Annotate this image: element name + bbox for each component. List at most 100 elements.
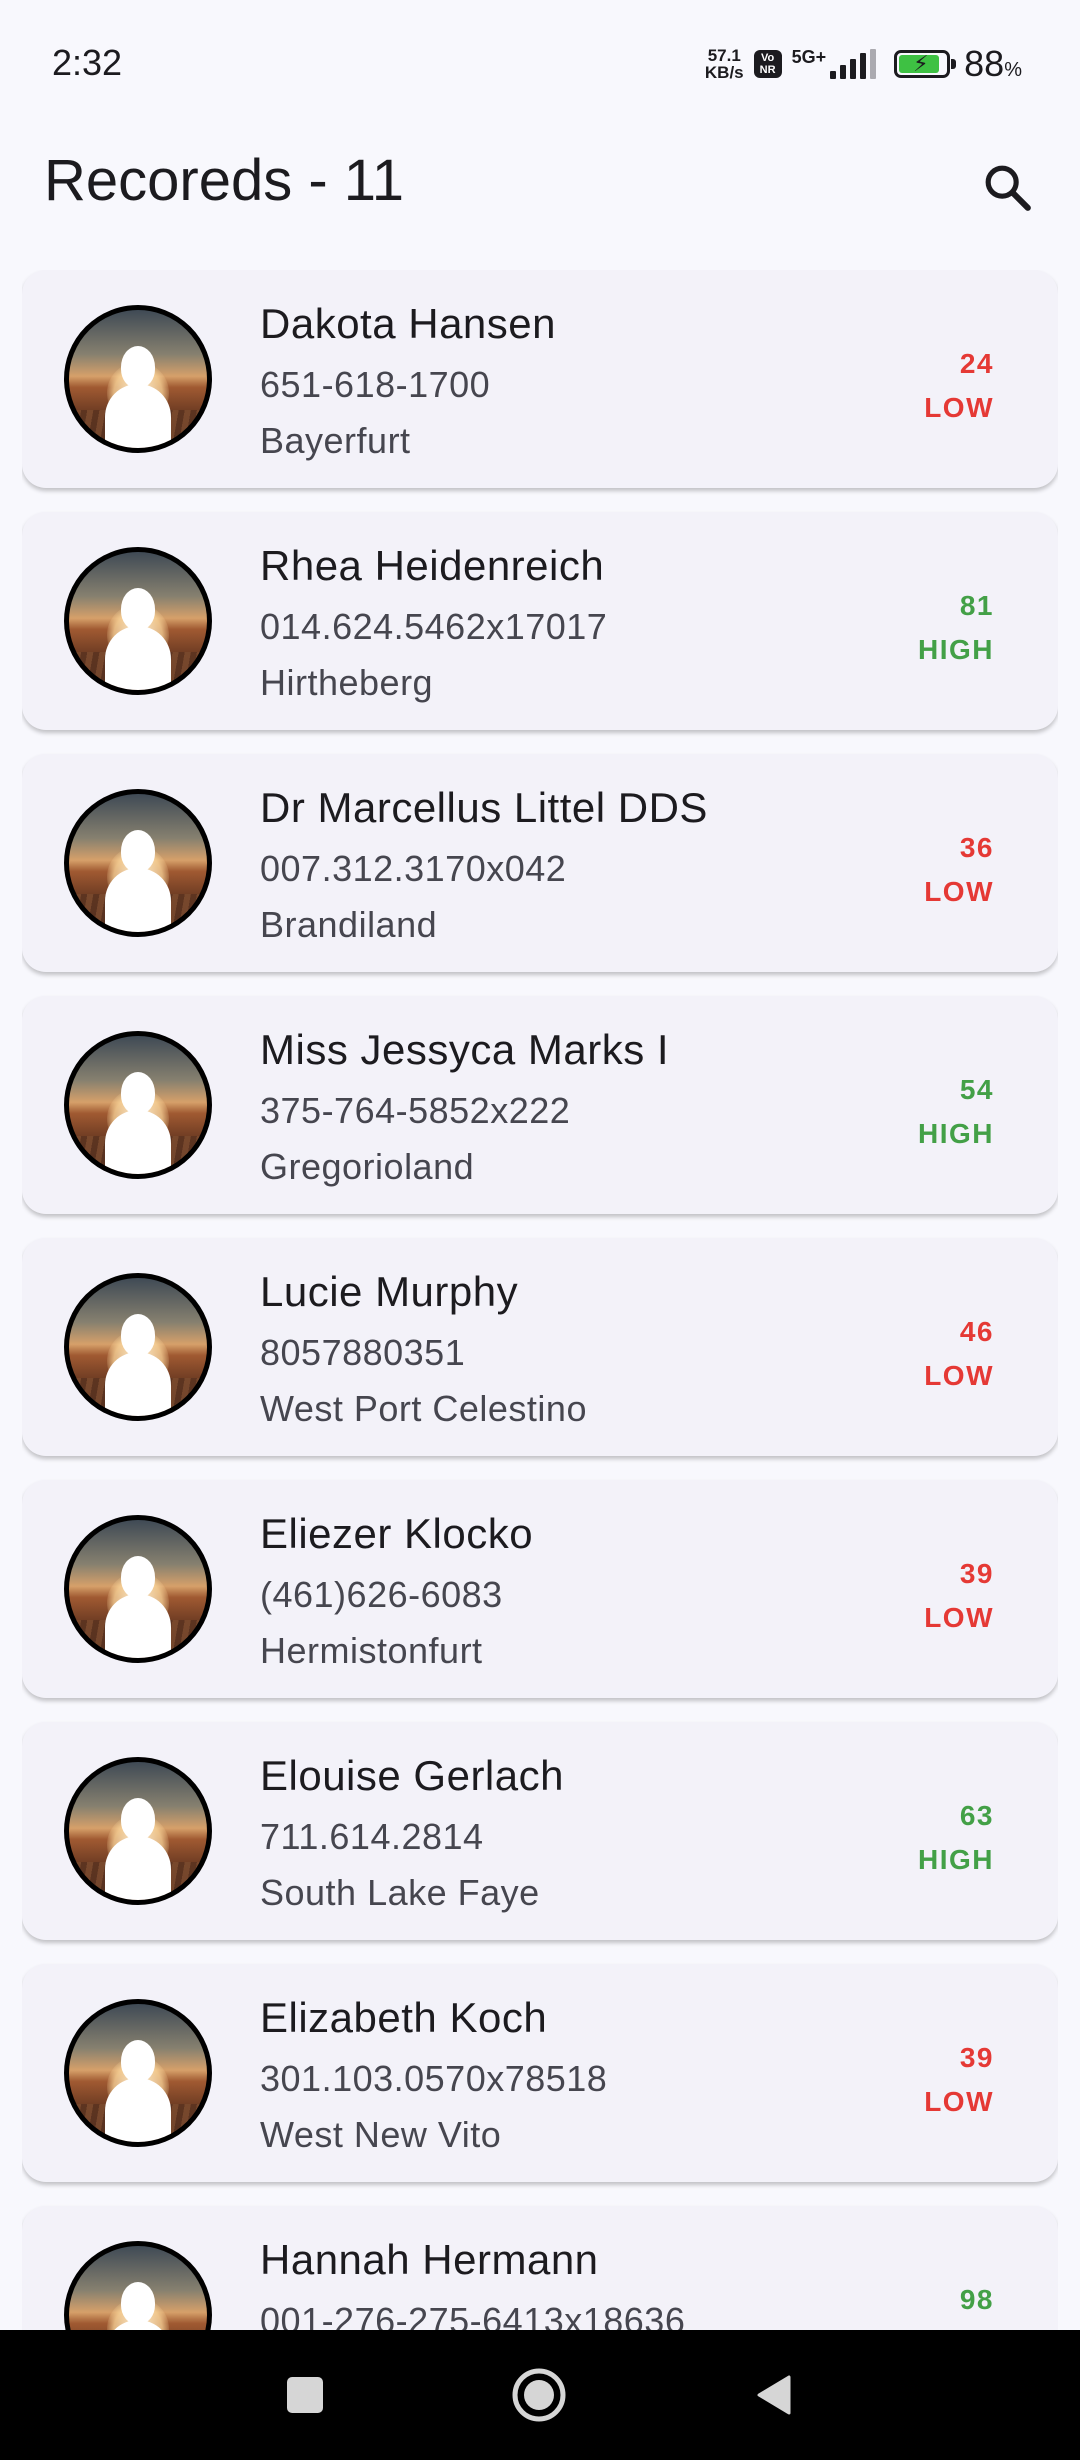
signal-icon xyxy=(830,49,877,79)
record-score-level: LOW xyxy=(924,392,994,423)
status-time: 2:32 xyxy=(52,42,123,83)
record-score: 46 LOW xyxy=(924,1310,994,1398)
charging-bolt-icon: ⚡ xyxy=(913,51,929,76)
record-score-value: 54 xyxy=(959,1074,994,1105)
network-speed-value: 57.1 xyxy=(707,46,741,65)
avatar xyxy=(64,2241,212,2330)
system-nav-bar xyxy=(0,2330,1080,2460)
triangle-back-icon xyxy=(757,2375,791,2415)
record-score: 63 HIGH xyxy=(918,1794,994,1882)
battery-icon: ⚡ xyxy=(894,50,957,78)
record-city: Hirtheberg xyxy=(260,662,434,703)
record-city: South Lake Faye xyxy=(260,1872,540,1913)
record-score: 39 LOW xyxy=(924,1552,994,1640)
record-name: Hannah Hermann xyxy=(260,2236,599,2283)
record-city: Hermistonfurt xyxy=(260,1630,483,1671)
record-score-value: 39 xyxy=(959,1558,994,1589)
record-city: Bayerfurt xyxy=(260,420,411,461)
record-phone: 301.103.0570x78518 xyxy=(260,2058,608,2099)
battery-percent-unit: % xyxy=(1004,59,1022,81)
record-name: Miss Jessyca Marks I xyxy=(260,1026,670,1073)
record-name: Lucie Murphy xyxy=(260,1268,519,1315)
record-phone: (461)626-6083 xyxy=(260,1574,503,1615)
record-card[interactable]: Hannah Hermann 001-276-275-6413x18636 98… xyxy=(22,2206,1058,2330)
page-title: Recoreds - 11 xyxy=(44,148,404,213)
record-score-value: 39 xyxy=(959,2042,994,2073)
record-score-value: 63 xyxy=(959,1800,994,1831)
status-bar: 2:32 57.1 KB/s Vo NR 5G+ ⚡ 88% xyxy=(0,0,1080,130)
volte-icon: Vo NR xyxy=(753,50,782,78)
record-city: West New Vito xyxy=(260,2114,502,2155)
avatar xyxy=(64,789,212,937)
record-card[interactable]: Dr Marcellus Littel DDS 007.312.3170x042… xyxy=(22,754,1058,972)
record-card[interactable]: Elouise Gerlach 711.614.2814 South Lake … xyxy=(22,1722,1058,1940)
record-score-level: LOW xyxy=(924,876,994,907)
circle-home-icon xyxy=(512,2368,566,2422)
recents-button[interactable] xyxy=(260,2350,350,2440)
home-button[interactable] xyxy=(494,2350,584,2440)
search-icon xyxy=(985,165,1031,211)
record-phone: 014.624.5462x17017 xyxy=(260,606,608,647)
record-score: 39 LOW xyxy=(924,2036,994,2124)
record-score-level: HIGH xyxy=(918,634,994,665)
avatar xyxy=(64,1031,212,1179)
record-score: 36 LOW xyxy=(924,826,994,914)
record-city: Brandiland xyxy=(260,904,438,945)
record-phone: 651-618-1700 xyxy=(260,364,491,405)
record-card[interactable]: Lucie Murphy 8057880351 West Port Celest… xyxy=(22,1238,1058,1456)
record-score-level: HIGH xyxy=(918,2322,994,2330)
record-phone: 007.312.3170x042 xyxy=(260,848,567,889)
record-score-level: LOW xyxy=(924,2086,994,2117)
app-bar: Recoreds - 11 xyxy=(0,130,1080,260)
volte-icon-top: Vo xyxy=(761,52,775,64)
record-score-value: 36 xyxy=(959,832,994,863)
status-icons: 57.1 KB/s Vo NR 5G+ ⚡ 88% xyxy=(705,40,1022,88)
record-phone: 375-764-5852x222 xyxy=(260,1090,571,1131)
record-phone: 8057880351 xyxy=(260,1332,466,1373)
record-name: Elouise Gerlach xyxy=(260,1752,564,1799)
record-score-level: LOW xyxy=(924,1602,994,1633)
record-card[interactable]: Miss Jessyca Marks I 375-764-5852x222 Gr… xyxy=(22,996,1058,1214)
record-score-level: LOW xyxy=(924,1360,994,1391)
avatar xyxy=(64,1515,212,1663)
avatar xyxy=(64,547,212,695)
records-list[interactable]: Dakota Hansen 651-618-1700 Bayerfurt 24 … xyxy=(22,270,1058,2330)
record-score-level: HIGH xyxy=(918,1844,994,1875)
record-score: 81 HIGH xyxy=(918,584,994,672)
record-card[interactable]: Rhea Heidenreich 014.624.5462x17017 Hirt… xyxy=(22,512,1058,730)
square-recents-icon xyxy=(287,2377,323,2413)
search-button[interactable] xyxy=(966,146,1050,230)
network-type: 5G+ xyxy=(791,46,827,67)
avatar xyxy=(64,1273,212,1421)
record-name: Elizabeth Koch xyxy=(260,1994,548,2041)
network-speed: 57.1 KB/s xyxy=(705,47,744,81)
record-score-value: 98 xyxy=(959,2284,994,2315)
record-phone: 711.614.2814 xyxy=(260,1816,484,1857)
record-city: West Port Celestino xyxy=(260,1388,587,1429)
record-name: Eliezer Klocko xyxy=(260,1510,534,1557)
record-name: Dakota Hansen xyxy=(260,300,557,347)
record-city: Gregorioland xyxy=(260,1146,475,1187)
avatar xyxy=(64,1999,212,2147)
record-name: Dr Marcellus Littel DDS xyxy=(260,784,708,831)
record-score-level: HIGH xyxy=(918,1118,994,1149)
battery-tip xyxy=(951,59,957,69)
record-score: 54 HIGH xyxy=(918,1068,994,1156)
record-score-value: 24 xyxy=(959,348,994,379)
record-card[interactable]: Dakota Hansen 651-618-1700 Bayerfurt 24 … xyxy=(22,270,1058,488)
avatar xyxy=(64,1757,212,1905)
volte-icon-bottom: NR xyxy=(759,64,776,76)
record-score: 98 HIGH xyxy=(918,2278,994,2330)
battery-percent: 88% xyxy=(964,43,1022,85)
record-card[interactable]: Elizabeth Koch 301.103.0570x78518 West N… xyxy=(22,1964,1058,2182)
record-phone: 001-276-275-6413x18636 xyxy=(260,2300,686,2330)
network-speed-unit: KB/s xyxy=(704,63,744,82)
record-score-value: 81 xyxy=(959,590,994,621)
battery-percent-value: 88 xyxy=(964,43,1005,84)
record-card[interactable]: Eliezer Klocko (461)626-6083 Hermistonfu… xyxy=(22,1480,1058,1698)
back-button[interactable] xyxy=(730,2350,820,2440)
avatar xyxy=(64,305,212,453)
record-score-value: 46 xyxy=(959,1316,994,1347)
record-score: 24 LOW xyxy=(924,342,994,430)
record-name: Rhea Heidenreich xyxy=(260,542,605,589)
